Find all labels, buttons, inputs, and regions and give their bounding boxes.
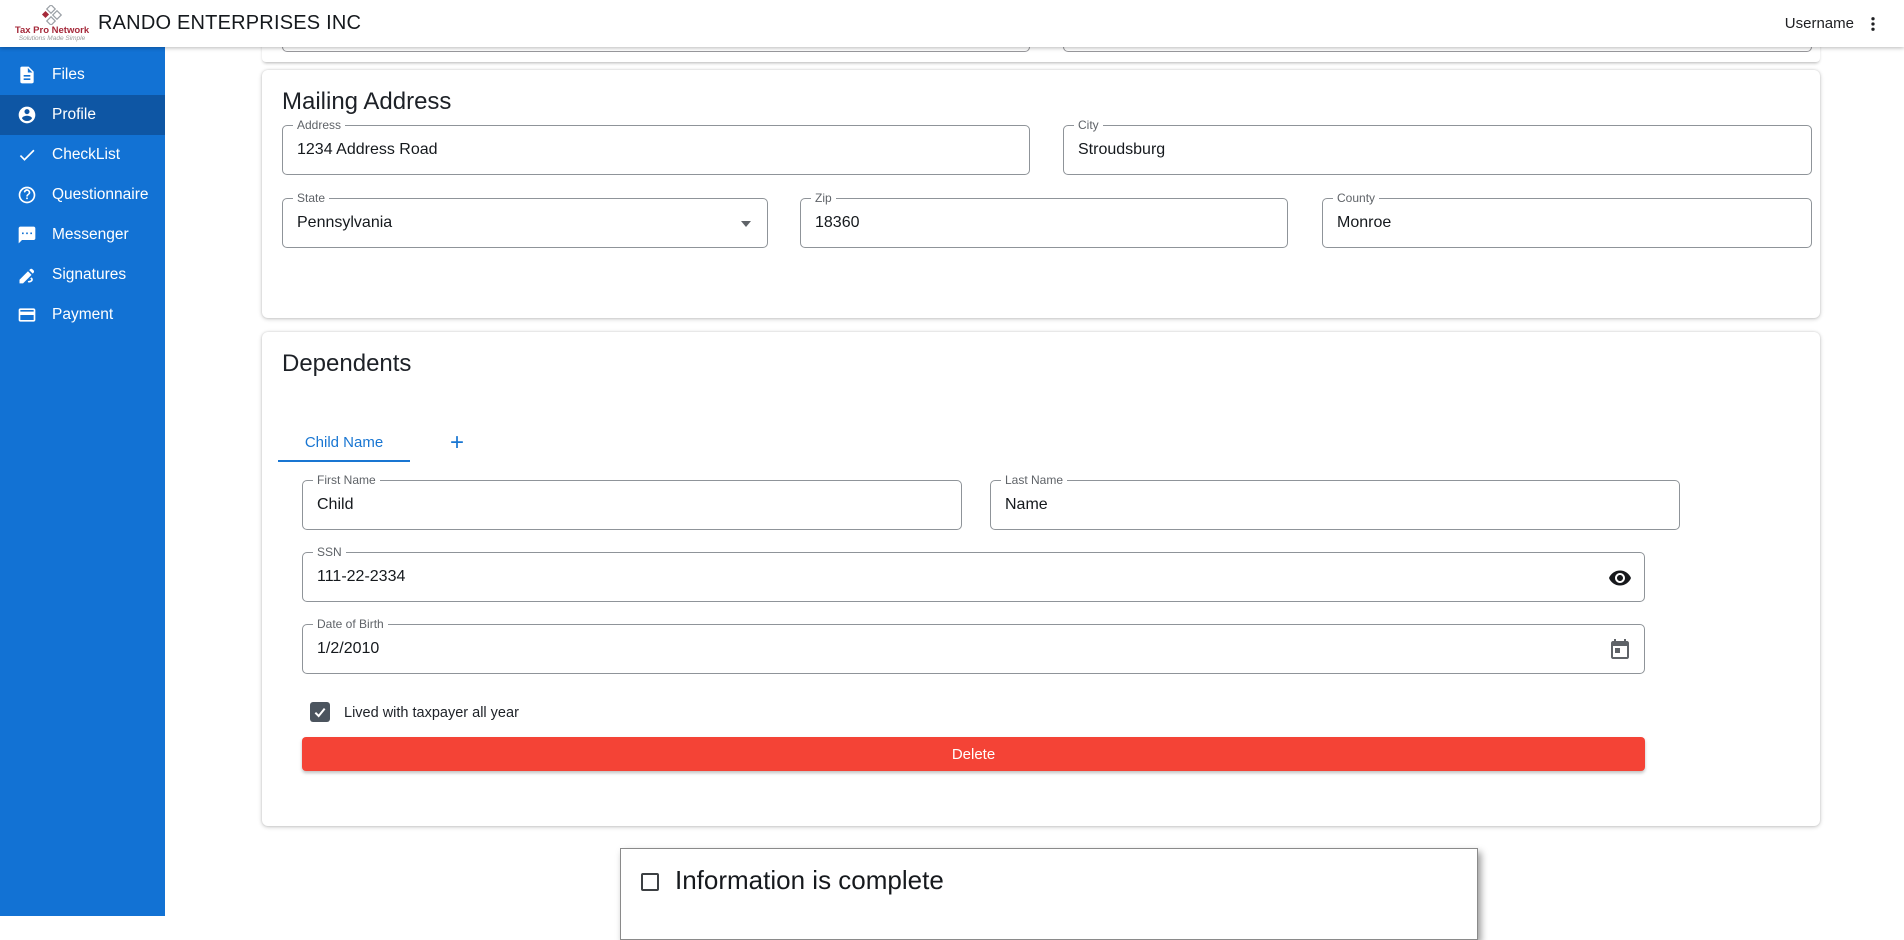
dependents-card: Dependents Child Name + First Name Child… [262,332,1820,826]
sidebar-item-payment[interactable]: Payment [0,295,165,335]
add-dependent-button[interactable]: + [422,424,492,462]
sidebar-item-label: Signatures [52,266,127,283]
app-header: Tax Pro Network Solutions Made Simple RA… [0,0,1904,47]
city-field[interactable]: City Stroudsburg [1063,118,1812,175]
sidebar-item-messenger[interactable]: Messenger [0,215,165,255]
sidebar-item-signatures[interactable]: Signatures [0,255,165,295]
zip-field-label: Zip [811,191,836,205]
company-title: RANDO ENTERPRISES INC [98,12,362,34]
brand-tagline: Solutions Made Simple [18,35,86,42]
address-field-value: 1234 Address Road [297,141,438,158]
information-complete-box: Information is complete [620,848,1478,940]
file-icon [17,65,37,85]
more-vert-icon[interactable] [1862,13,1884,35]
chevron-down-icon [741,221,751,227]
lived-with-taxpayer-checkbox[interactable] [310,702,330,722]
information-complete-label: Information is complete [675,865,944,895]
credit-card-icon [17,305,37,325]
address-field[interactable]: Address 1234 Address Road [282,118,1030,175]
ssn-field-label: SSN [313,545,346,559]
sidebar-item-label: CheckList [52,146,121,163]
sidebar-item-checklist[interactable]: CheckList [0,135,165,175]
brand-logo: Tax Pro Network Solutions Made Simple [14,4,90,43]
sidebar-item-files[interactable]: Files [0,55,165,95]
mailing-address-card: Mailing Address Address 1234 Address Roa… [262,70,1820,318]
brand-logo-icon [41,4,63,25]
date-of-birth-field-label: Date of Birth [313,617,388,631]
sidebar-item-questionnaire[interactable]: Questionnaire [0,175,165,215]
sidebar-item-label: Questionnaire [52,186,149,203]
tab-child-name[interactable]: Child Name [278,424,410,462]
first-name-field-label: First Name [313,473,380,487]
person-icon [17,105,37,125]
sidebar-item-profile[interactable]: Profile [0,95,165,135]
username-menu[interactable]: Username [1785,15,1854,32]
sidebar-item-label: Profile [52,106,96,123]
last-name-field-label: Last Name [1001,473,1068,487]
zip-field-value: 18360 [815,214,860,231]
zip-field[interactable]: Zip 18360 [800,191,1288,248]
sidebar-item-label: Files [52,66,85,83]
check-icon [17,145,37,165]
last-name-field-value: Name [1005,496,1048,513]
state-select[interactable]: State Pennsylvania [282,191,768,248]
calendar-icon[interactable] [1608,638,1632,662]
first-name-field[interactable]: First Name Child [302,473,962,530]
state-select-label: State [293,191,330,205]
mailing-address-title: Mailing Address [282,88,452,115]
city-field-value: Stroudsburg [1078,141,1166,158]
sidebar-item-label: Payment [52,306,114,323]
last-name-field[interactable]: Last Name Name [990,473,1680,530]
sidebar-item-label: Messenger [52,226,129,243]
ssn-field-value: 111-22-2334 [317,568,406,585]
date-of-birth-field-value: 1/2/2010 [317,640,380,657]
county-field[interactable]: County Monroe [1322,191,1812,248]
chat-icon [17,225,37,245]
visibility-icon[interactable] [1608,566,1632,590]
dependents-title: Dependents [282,350,412,377]
county-field-label: County [1333,191,1380,205]
delete-dependent-button[interactable]: Delete [302,737,1645,771]
help-icon [17,185,37,205]
county-field-value: Monroe [1337,214,1392,231]
ssn-field[interactable]: SSN 111-22-2334 [302,545,1645,602]
address-field-label: Address [293,118,346,132]
lived-with-taxpayer-label: Lived with taxpayer all year [344,705,519,721]
brand-name: Tax Pro Network [14,24,90,36]
date-of-birth-field[interactable]: Date of Birth 1/2/2010 [302,617,1645,674]
first-name-field-value: Child [317,496,354,513]
sidebar-nav: Files Profile CheckList Questionnaire Me… [0,47,165,916]
city-field-label: City [1074,118,1103,132]
state-select-value: Pennsylvania [297,214,393,231]
information-complete-checkbox[interactable] [641,873,659,891]
signature-pen-icon [17,265,37,285]
